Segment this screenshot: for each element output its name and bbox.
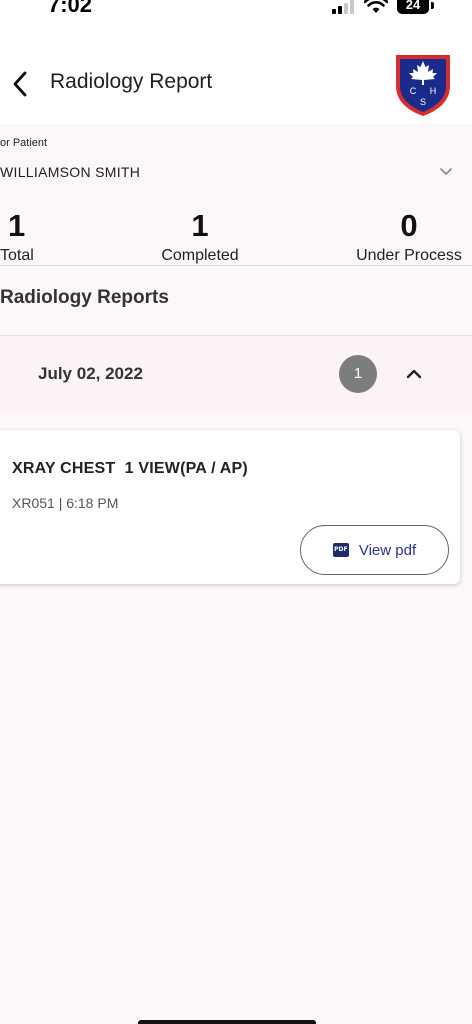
view-pdf-button[interactable]: PDF View pdf	[300, 525, 449, 575]
chevron-up-icon[interactable]	[404, 366, 424, 382]
logo-letter-h: H	[430, 86, 437, 96]
group-date: July 02, 2022	[38, 364, 143, 383]
status-time: 7:02	[48, 0, 93, 17]
divider	[0, 265, 472, 266]
chevron-down-icon	[440, 168, 452, 175]
page-title: Radiology Report	[50, 70, 213, 93]
logo-letter-c: C	[410, 86, 417, 96]
stat-completed: 1 Completed	[150, 206, 250, 266]
back-button[interactable]	[4, 64, 36, 104]
battery-tip	[431, 2, 434, 9]
stat-total-value: 1	[8, 208, 26, 243]
pdf-icon: PDF	[332, 543, 349, 557]
screen: 7:02 24 Radiology Report C H S or Patien…	[0, 0, 472, 1024]
section-title: Radiology Reports	[0, 287, 169, 308]
home-indicator[interactable]	[138, 1020, 316, 1024]
stat-completed-label: Completed	[161, 247, 239, 264]
count-badge: 1	[339, 355, 377, 393]
status-bar: 7:02 24	[0, 0, 472, 20]
report-card: XRAY CHEST 1 VIEW(PA / AP) XR051 | 6:18 …	[0, 430, 460, 584]
cellular-signal-icon	[332, 0, 356, 14]
stat-under-process-value: 0	[400, 208, 418, 243]
app-header: Radiology Report C H S	[0, 20, 472, 124]
report-meta: XR051 | 6:18 PM	[12, 495, 119, 511]
hospital-logo: C H S	[396, 55, 450, 116]
battery-icon: 24	[397, 0, 429, 14]
view-pdf-label: View pdf	[358, 541, 417, 559]
logo-letter-s: S	[420, 97, 426, 107]
wifi-icon	[364, 0, 388, 13]
stat-under-process-label: Under Process	[356, 247, 462, 264]
stat-under-process: 0 Under Process	[350, 206, 468, 266]
stat-total: 1 Total	[0, 206, 40, 266]
stat-total-label: Total	[0, 247, 34, 264]
report-name: XRAY CHEST 1 VIEW(PA / AP)	[12, 460, 248, 477]
patient-name: WILLIAMSON SMITH	[0, 164, 141, 180]
patient-label: or Patient	[0, 137, 48, 149]
date-group-header[interactable]: July 02, 2022 1	[0, 336, 472, 412]
patient-selector[interactable]: WILLIAMSON SMITH	[0, 155, 472, 189]
chevron-left-icon	[13, 71, 27, 97]
stat-completed-value: 1	[191, 208, 209, 243]
